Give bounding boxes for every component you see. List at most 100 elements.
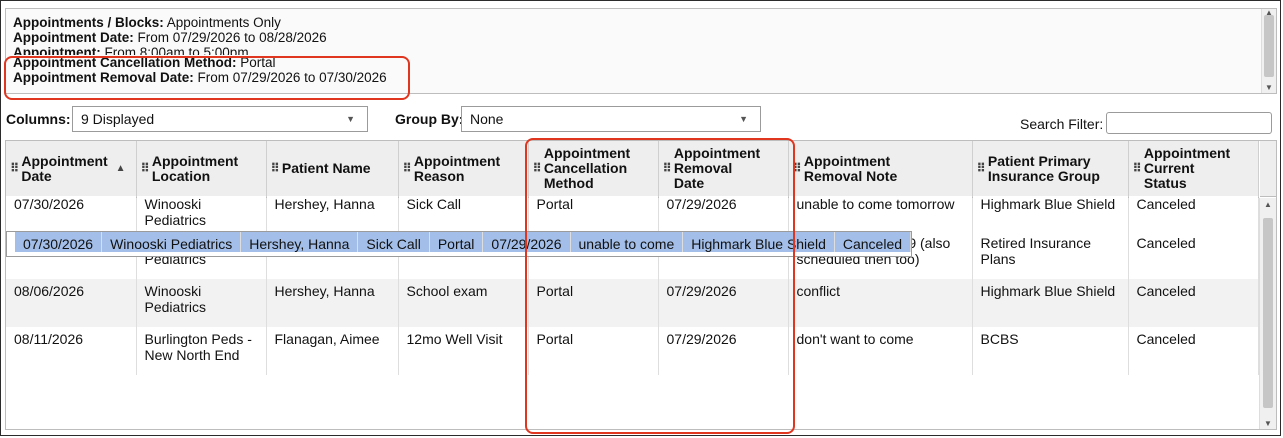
table-cell: Highmark Blue Shield xyxy=(682,232,835,252)
column-header-line: Method xyxy=(543,175,594,192)
appointments-grid: ⠿ Appointment Date ▲ ⠿ Appointment Location ⠿ Pa… xyxy=(5,140,1277,430)
header-scroll-corner xyxy=(1260,141,1276,197)
column-header-label: Appointment Reason xyxy=(414,153,500,184)
table-row[interactable]: 08/11/2026 Burlington Peds - New North En… xyxy=(6,327,1259,375)
table-cell: unable to come tomorrow xyxy=(788,195,973,229)
table-cell: Winooski Pediatrics xyxy=(101,232,242,252)
table-cell: 07/30/2026 xyxy=(15,232,103,252)
filter-value: From 07/29/2026 to 08/28/2026 xyxy=(137,30,327,45)
drag-handle-icon[interactable]: ⠿ xyxy=(141,161,150,176)
table-cell: Highmark Blue Shield xyxy=(972,279,1129,327)
columns-label: Columns: xyxy=(6,111,71,127)
filter-line: Appointments / Blocks: Appointments Only xyxy=(13,15,387,30)
column-header[interactable]: ⠿ Appointment Cancellation Method xyxy=(528,141,659,198)
table-cell: Canceled xyxy=(1128,327,1259,375)
scroll-thumb[interactable] xyxy=(1263,218,1273,408)
scroll-up-icon[interactable]: ▲ xyxy=(1264,200,1272,209)
filter-label: Appointment Cancellation Method: xyxy=(13,55,237,70)
table-cell: Canceled xyxy=(834,232,912,252)
table-row[interactable]: 08/06/2026 Winooski Pediatrics Hershey, Ha… xyxy=(6,279,1259,327)
table-cell: Canceled xyxy=(1128,279,1259,327)
filter-value: Portal xyxy=(240,55,276,70)
table-cell: Portal xyxy=(528,195,659,229)
filter-panel-scrollbar[interactable]: ▲ ▼ xyxy=(1261,9,1276,93)
scroll-down-icon[interactable]: ▼ xyxy=(1265,83,1273,92)
column-header-line: Appointment xyxy=(151,152,239,169)
filter-line: Appointment Cancellation Method: Portal xyxy=(13,55,387,70)
table-cell: Flanagan, Aimee xyxy=(266,327,399,375)
column-header[interactable]: ⠿ Patient Primary Insurance Group xyxy=(972,141,1129,198)
drag-handle-icon[interactable]: ⠿ xyxy=(1133,161,1142,176)
scroll-thumb[interactable] xyxy=(1264,15,1274,77)
column-header-line: Appointment xyxy=(543,145,631,162)
filter-line: Appointment Date: From 07/29/2026 to 08/… xyxy=(13,30,387,45)
table-cell: Retired Insurance Plans xyxy=(972,231,1129,279)
drag-handle-icon[interactable]: ⠿ xyxy=(271,161,280,176)
column-header[interactable]: ⠿ Appointment Removal Date xyxy=(658,141,789,198)
column-header[interactable]: ⠿ Appointment Removal Note xyxy=(788,141,973,198)
table-cell: Highmark Blue Shield xyxy=(972,195,1129,229)
drag-handle-icon[interactable]: ⠿ xyxy=(10,161,19,176)
table-cell: 07/29/2026 xyxy=(658,327,789,375)
column-header-label: Appointment Removal Date xyxy=(674,146,760,191)
table-row[interactable]: 07/30/2026 Winooski Pediatrics Hershey, Ha… xyxy=(6,231,913,257)
column-header-line: Status xyxy=(1143,175,1187,192)
search-filter-input[interactable] xyxy=(1106,112,1272,134)
column-header-line: Cancellation xyxy=(543,160,628,177)
group-by-label: Group By: xyxy=(395,111,464,127)
column-header-line: Appointment xyxy=(673,145,761,162)
table-cell: 07/29/2026 xyxy=(658,279,789,327)
filter-summary-panel: Appointments / Blocks: Appointments Only… xyxy=(5,8,1277,94)
column-header-label: Appointment Removal Note xyxy=(803,152,898,184)
column-header[interactable]: ⠿ Appointment Reason xyxy=(398,141,529,198)
filter-label: Appointment Removal Date: xyxy=(13,70,194,85)
table-cell: BCBS xyxy=(972,327,1129,375)
column-header-label: Appointment Current Status xyxy=(1144,146,1230,191)
drag-handle-icon[interactable]: ⠿ xyxy=(793,161,802,176)
columns-select[interactable]: 9 Displayed ▼ xyxy=(72,106,368,132)
filter-line: Appointment: From 8:00am to 5:00pm xyxy=(13,45,387,55)
table-header-row: ⠿ Appointment Date ▲ ⠿ Appointment Location ⠿ Pa… xyxy=(6,141,1259,198)
column-header-line: Insurance Group xyxy=(987,167,1100,184)
filter-value: Appointments Only xyxy=(166,15,281,30)
columns-select-value: 9 Displayed xyxy=(81,111,155,127)
column-header-label: Patient Name xyxy=(282,161,371,176)
table-cell: School exam xyxy=(398,279,529,327)
column-header-line: Removal Note xyxy=(803,167,898,184)
column-header-label: Appointment Date xyxy=(21,153,107,184)
group-by-select[interactable]: None ▼ xyxy=(461,106,761,132)
column-header-label: Appointment Cancellation Method xyxy=(544,146,630,191)
column-header-label: Appointment Location xyxy=(151,152,239,184)
sort-ascending-icon[interactable]: ▲ xyxy=(116,161,130,176)
column-header-line: Removal xyxy=(673,160,733,177)
group-by-select-value: None xyxy=(470,111,504,127)
column-header[interactable]: ⠿ Patient Name xyxy=(266,141,399,198)
column-header[interactable]: ⠿ Appointment Date ▲ xyxy=(6,141,137,198)
table-cell: Portal xyxy=(429,232,484,252)
table-cell: Winooski Pediatrics xyxy=(136,279,267,327)
table-row[interactable]: 07/30/2026 Winooski Pediatrics Hershey, Ha… xyxy=(6,195,1259,231)
column-header-line: Patient Name xyxy=(281,160,371,177)
drag-handle-icon[interactable]: ⠿ xyxy=(403,161,412,176)
table-cell: don't want to come xyxy=(788,327,973,375)
scroll-down-icon[interactable]: ▼ xyxy=(1264,419,1272,428)
filter-label: Appointment: xyxy=(13,45,101,55)
search-filter-label: Search Filter: xyxy=(1020,116,1104,132)
drag-handle-icon[interactable]: ⠿ xyxy=(533,161,542,176)
filter-label: Appointment Date: xyxy=(13,30,134,45)
table-cell: Winooski Pediatrics xyxy=(136,195,267,229)
chevron-down-icon: ▼ xyxy=(346,114,355,124)
table-cell: Portal xyxy=(528,327,659,375)
drag-handle-icon[interactable]: ⠿ xyxy=(663,161,672,176)
table-cell: 12mo Well Visit xyxy=(398,327,529,375)
column-header-line: Appointment xyxy=(803,152,891,169)
table-cell: Canceled xyxy=(1128,231,1259,279)
table-cell: Hershey, Hanna xyxy=(240,232,359,252)
column-header[interactable]: ⠿ Appointment Current Status xyxy=(1128,141,1259,198)
filter-value: From 07/29/2026 to 07/30/2026 xyxy=(197,70,387,85)
column-header[interactable]: ⠿ Appointment Location xyxy=(136,141,267,198)
filter-criteria-list: Appointments / Blocks: Appointments Only… xyxy=(13,15,387,85)
table-cell: 07/29/2026 xyxy=(482,232,571,252)
drag-handle-icon[interactable]: ⠿ xyxy=(977,161,986,176)
grid-scrollbar[interactable]: ▲ ▼ xyxy=(1259,198,1276,429)
